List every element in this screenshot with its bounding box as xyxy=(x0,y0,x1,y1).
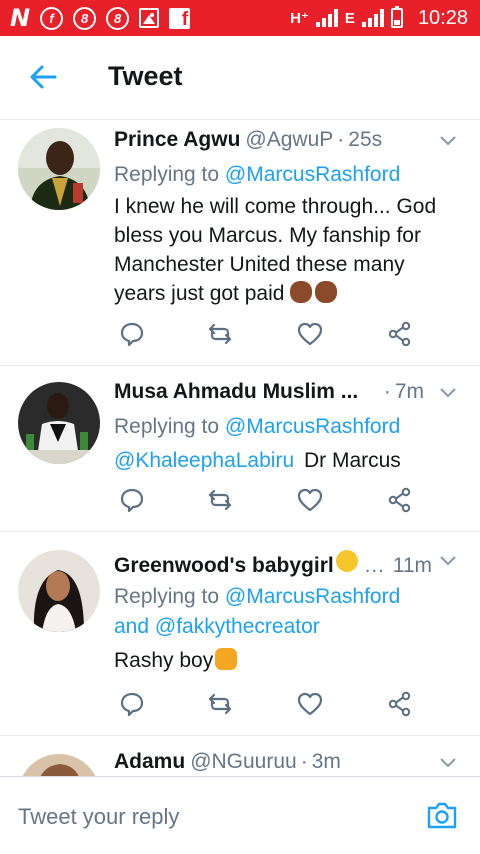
tweet-header: Prince Agwu @AgwuP · 25s xyxy=(114,128,460,154)
tweet-text-line: Rashy boy xyxy=(114,649,214,672)
tweet-text-line: bless you Marcus. My fanship for xyxy=(114,224,421,247)
avatar[interactable] xyxy=(18,754,100,776)
bet-app-notification-icon: 8 xyxy=(106,6,130,30)
signal2-strength-icon xyxy=(361,9,384,27)
replying-to: Replying to @MarcusRashford xyxy=(114,412,460,442)
facebook-icon: f xyxy=(169,7,191,29)
tweet-text: @KhaleephaLabiru Dr Marcus xyxy=(114,446,460,475)
author-name[interactable]: Greenwood's babygirl xyxy=(114,554,334,578)
caret-down-icon[interactable] xyxy=(438,752,458,772)
reply-icon[interactable] xyxy=(118,320,146,348)
avatar[interactable] xyxy=(18,128,100,210)
avatar[interactable] xyxy=(18,382,100,464)
author-name[interactable]: Adamu xyxy=(114,750,185,774)
tweet-text-line: years just got paid xyxy=(114,282,285,305)
tweet-actions xyxy=(118,690,418,718)
tweet-time: 11m xyxy=(392,554,432,577)
tweet-time: 3m xyxy=(311,750,341,773)
like-icon[interactable] xyxy=(296,486,324,514)
tweet-item[interactable]: Musa Ahmadu Muslim ... · 7m Replying to … xyxy=(0,366,480,532)
author-handle: @NGuuruu xyxy=(190,750,297,773)
tweet-header: Adamu @NGuuruu · 3m xyxy=(114,750,460,776)
tweet-text-line-last: years just got paid xyxy=(114,279,460,308)
tweet-time: 25s xyxy=(348,128,383,151)
tweet-item[interactable]: Greenwood's babygirl … 11m Replying to @… xyxy=(0,532,480,736)
facebook-notification-icon: f xyxy=(40,6,64,30)
app-header: Tweet xyxy=(0,36,480,120)
signal-strength-icon xyxy=(315,9,338,27)
replying-label: Replying to xyxy=(114,585,225,608)
heart-eyes-cat-emoji xyxy=(215,648,238,670)
reply-feed[interactable]: Prince Agwu @AgwuP · 25s Replying to @Ma… xyxy=(0,120,480,776)
battery-icon xyxy=(390,6,403,28)
fist-bump-emoji xyxy=(290,281,313,303)
reply-input[interactable] xyxy=(18,804,398,830)
reply-composer xyxy=(0,776,480,854)
mention-link[interactable]: @MarcusRashford xyxy=(225,163,400,186)
n-app-icon: N xyxy=(10,4,31,32)
share-icon[interactable] xyxy=(386,690,414,718)
mention-link[interactable]: @KhaleephaLabiru xyxy=(114,449,294,472)
author-name[interactable]: Musa Ahmadu Muslim ... xyxy=(114,380,358,404)
tweet-actions xyxy=(118,320,418,348)
replying-to: Replying to @MarcusRashford and @fakkyth… xyxy=(114,582,460,642)
tweet-time: 7m xyxy=(394,380,424,403)
tweet-header: Musa Ahmadu Muslim ... · 7m xyxy=(114,380,460,406)
separator-dot: · xyxy=(383,380,391,403)
tweet-text-line: I knew he will come through... God xyxy=(114,195,437,218)
ellipsis: … xyxy=(363,554,385,577)
reply-icon[interactable] xyxy=(118,486,146,514)
mention-link[interactable]: @MarcusRashford xyxy=(225,585,400,608)
replying-label: Replying to xyxy=(114,163,225,186)
notification-icons: N f 8 8 f xyxy=(10,4,191,32)
tweet-actions xyxy=(118,486,418,514)
author-handle: @AgwuP xyxy=(245,128,334,151)
tweet-text-line: Dr Marcus xyxy=(303,449,401,472)
separator-dot: · xyxy=(337,128,345,151)
bet-app-notification-icon: 8 xyxy=(73,6,97,30)
tweet-header: Greenwood's babygirl … 11m xyxy=(114,550,460,578)
caret-down-icon[interactable] xyxy=(438,550,458,570)
kissing-face-emoji xyxy=(335,550,358,572)
replying-label: Replying to xyxy=(114,415,225,438)
system-status: H⁺ E 10:28 xyxy=(290,0,468,36)
tweet-content: Greenwood's babygirl … 11m Replying to @… xyxy=(114,550,460,675)
back-arrow-icon[interactable] xyxy=(28,62,58,92)
page-title: Tweet xyxy=(108,61,183,91)
like-icon[interactable] xyxy=(296,320,324,348)
author-name[interactable]: Prince Agwu xyxy=(114,128,240,152)
replying-to: Replying to @MarcusRashford xyxy=(114,160,460,190)
tweet-item[interactable]: Prince Agwu @AgwuP · 25s Replying to @Ma… xyxy=(0,120,480,366)
tweet-text-line: Manchester United these many xyxy=(114,253,405,276)
tweet-item[interactable]: Adamu @NGuuruu · 3m xyxy=(0,736,480,776)
fist-bump-emoji xyxy=(315,281,338,303)
tweet-content: Adamu @NGuuruu · 3m xyxy=(114,750,460,776)
retweet-icon[interactable] xyxy=(206,486,234,514)
mention-link[interactable]: @fakkythecreator xyxy=(155,615,320,638)
tweet-content: Musa Ahmadu Muslim ... · 7m Replying to … xyxy=(114,380,460,475)
separator-dot: · xyxy=(300,750,308,773)
avatar[interactable] xyxy=(18,550,100,632)
tweet-text: Rashy boy xyxy=(114,646,460,675)
status-bar: N f 8 8 f H⁺ E 10:28 xyxy=(0,0,480,36)
reply-icon[interactable] xyxy=(118,690,146,718)
camera-icon[interactable] xyxy=(426,800,458,830)
tweet-content: Prince Agwu @AgwuP · 25s Replying to @Ma… xyxy=(114,128,460,308)
image-notification-icon xyxy=(139,8,160,28)
retweet-icon[interactable] xyxy=(206,690,234,718)
like-icon[interactable] xyxy=(296,690,324,718)
clock: 10:28 xyxy=(417,6,468,29)
tweet-text: I knew he will come through... God bless… xyxy=(114,192,460,308)
network-type-label: H⁺ xyxy=(290,10,309,27)
caret-down-icon[interactable] xyxy=(438,130,458,150)
replying-and-label: and xyxy=(114,615,155,638)
caret-down-icon[interactable] xyxy=(438,382,458,402)
mention-link[interactable]: @MarcusRashford xyxy=(225,415,400,438)
network2-type-label: E xyxy=(344,9,355,27)
share-icon[interactable] xyxy=(386,486,414,514)
share-icon[interactable] xyxy=(386,320,414,348)
retweet-icon[interactable] xyxy=(206,320,234,348)
